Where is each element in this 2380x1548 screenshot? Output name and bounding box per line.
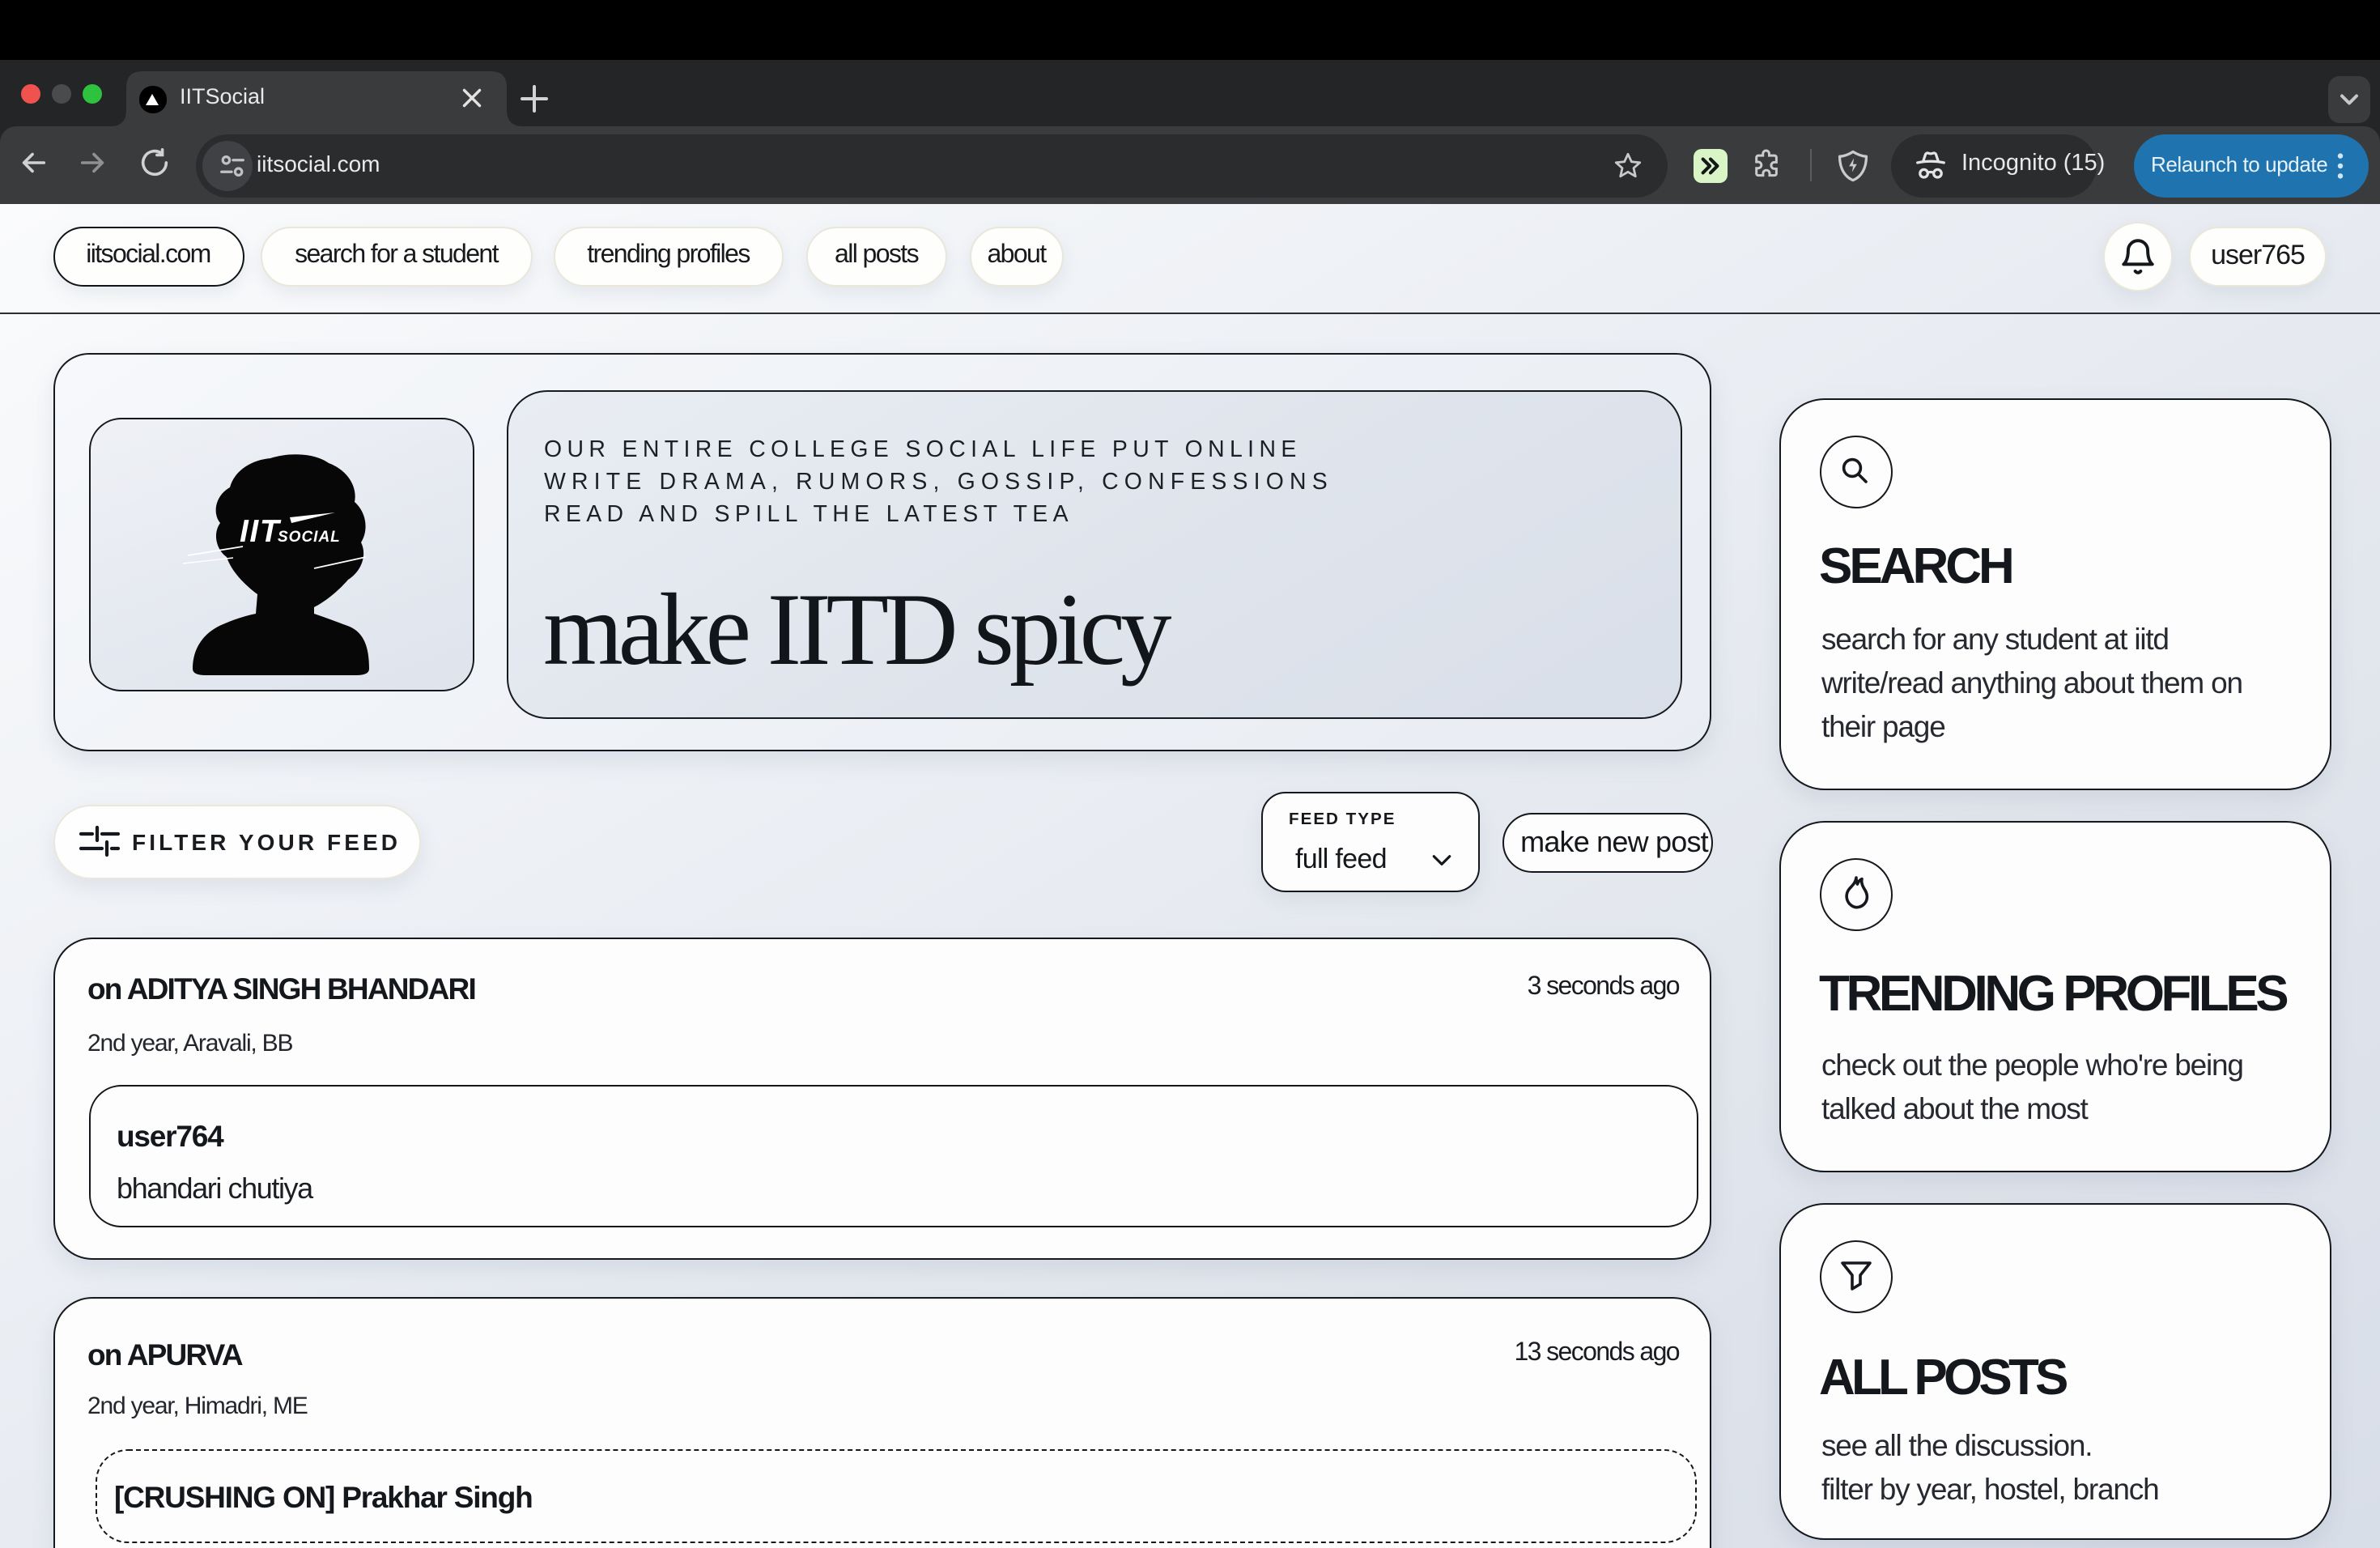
svg-text:IIT: IIT: [240, 514, 282, 549]
svg-text:SOCIAL: SOCIAL: [278, 529, 341, 546]
